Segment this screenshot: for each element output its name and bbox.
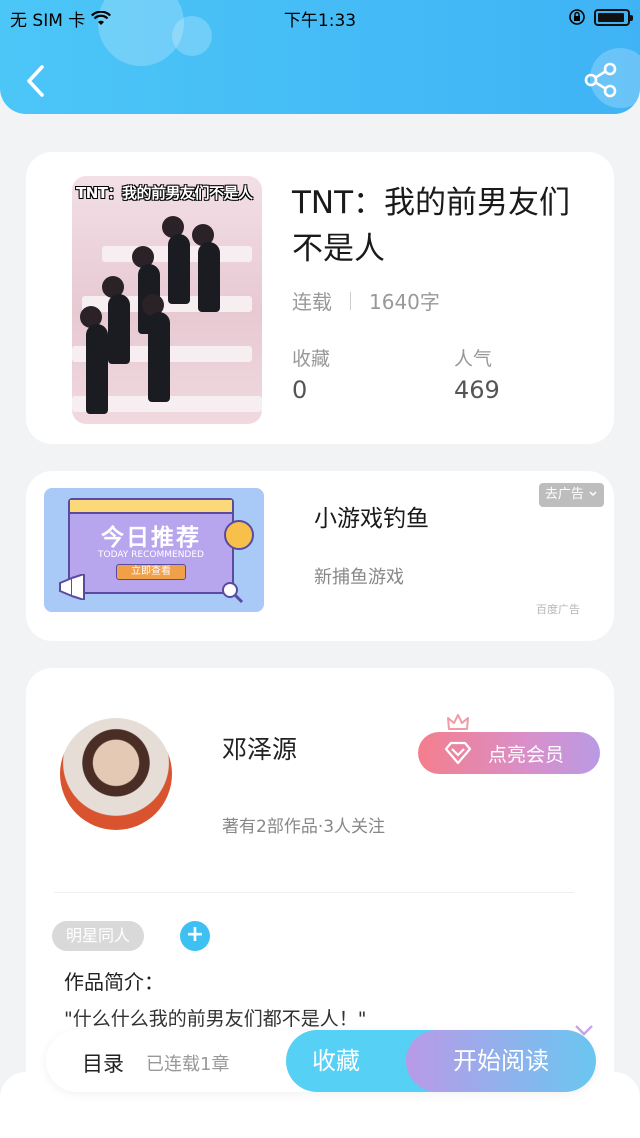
cover-figure	[198, 242, 220, 312]
bottom-action-bar: 目录 已连载1章 收藏 开始阅读	[46, 1030, 596, 1092]
back-button[interactable]	[22, 64, 52, 98]
meta-divider	[350, 291, 351, 310]
vip-label: 点亮会员	[488, 743, 565, 766]
vip-button[interactable]: 点亮会员	[418, 732, 600, 774]
author-stats: 著有2部作品·3人关注	[222, 817, 386, 837]
ad-subtitle: 新捕鱼游戏	[314, 567, 404, 588]
top-header: 无 SIM 卡 下午1:33	[0, 0, 640, 114]
toc-status: 已连载1章	[146, 1054, 230, 1075]
chevron-down-icon	[589, 491, 597, 497]
orientation-lock-icon	[569, 9, 585, 25]
magnifier-icon	[222, 582, 244, 604]
popularity-label: 人气	[454, 348, 493, 370]
ad-image-button: 立即查看	[116, 564, 186, 580]
cover-figure	[86, 324, 108, 414]
popularity-value: 469	[454, 376, 500, 404]
author-name[interactable]: 邓泽源	[222, 730, 297, 766]
planet-icon	[224, 520, 254, 550]
remove-ad-label: 去广告	[544, 487, 584, 502]
ad-image-subtitle: TODAY RECOMMENDED	[98, 550, 204, 560]
share-icon	[584, 62, 617, 98]
megaphone-icon	[59, 574, 85, 600]
intro-text: "什么什么我的前男友们都不是人！"	[64, 1008, 367, 1030]
ad-image-title: 今日推荐	[101, 525, 201, 551]
cover-figure	[108, 294, 130, 364]
section-divider	[54, 892, 574, 893]
ad-card[interactable]: 今日推荐 TODAY RECOMMENDED 立即查看 小游戏钓鱼 新捕鱼游戏 …	[26, 471, 614, 641]
toc-button[interactable]: 目录	[82, 1048, 124, 1078]
crown-icon	[447, 714, 469, 730]
diamond-icon	[444, 741, 472, 765]
book-cover-image[interactable]: TNT：我的前男友们不是人	[72, 176, 262, 424]
author-avatar[interactable]	[60, 718, 172, 830]
genre-tag[interactable]: 明星同人	[52, 921, 145, 951]
ad-window-bar	[70, 500, 232, 514]
add-tag-button[interactable]: +	[180, 921, 210, 951]
intro-label: 作品简介：	[64, 970, 164, 994]
ad-image-window: 今日推荐 TODAY RECOMMENDED 立即查看	[68, 498, 234, 594]
book-word-count: 1640字	[369, 290, 440, 314]
cover-figure	[168, 234, 190, 304]
favorites-label: 收藏	[292, 348, 331, 370]
favorites-value: 0	[292, 376, 308, 404]
status-right	[568, 8, 633, 26]
book-title: TNT：我的前男友们不是人	[292, 185, 571, 267]
book-info-card: TNT：我的前男友们不是人 TNT：我的前男友们不是人 连载 1640字 收藏 …	[26, 152, 614, 444]
share-button[interactable]	[584, 62, 618, 98]
battery-icon	[594, 8, 633, 26]
chevron-left-icon	[27, 65, 44, 97]
book-meta: 连载 1640字	[292, 286, 440, 315]
ad-title: 小游戏钓鱼	[314, 506, 429, 532]
status-bar: 无 SIM 卡 下午1:33	[0, 6, 640, 31]
remove-ad-button[interactable]: 去广告	[538, 483, 604, 507]
ad-source-label: 百度广告	[536, 603, 580, 616]
cover-caption: TNT：我的前男友们不是人	[76, 184, 253, 202]
ad-image[interactable]: 今日推荐 TODAY RECOMMENDED 立即查看	[44, 488, 264, 612]
book-status: 连载	[292, 290, 332, 314]
start-reading-button[interactable]: 开始阅读	[406, 1030, 596, 1092]
cover-figure	[148, 312, 170, 402]
status-time: 下午1:33	[283, 11, 357, 31]
